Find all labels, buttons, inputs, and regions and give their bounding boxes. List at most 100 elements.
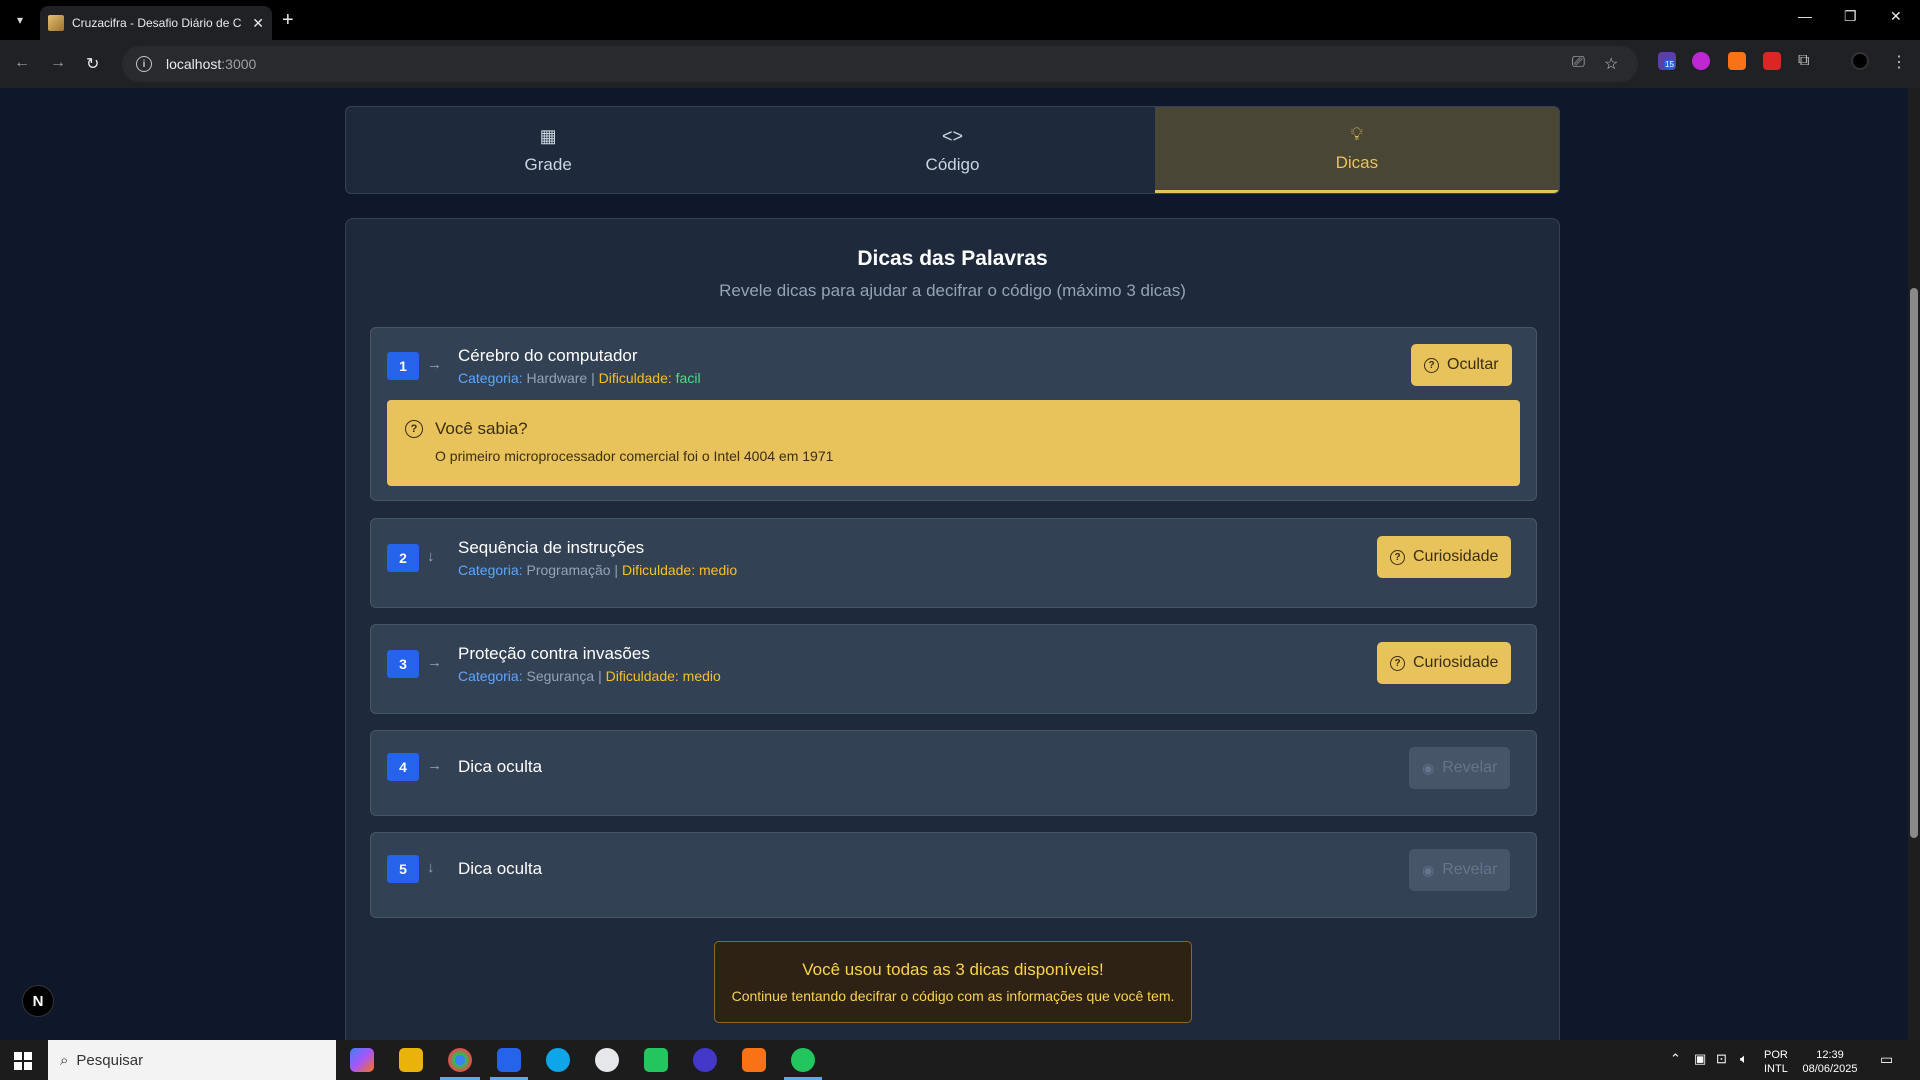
volume-icon[interactable]: 🔈︎	[1740, 1052, 1748, 1066]
hint-title: Sequência de instruções	[458, 538, 645, 557]
hide-button[interactable]: ? Ocultar	[1411, 344, 1512, 386]
tab-search-icon[interactable]: ▾	[8, 8, 32, 32]
address-bar[interactable]: i localhost:3000	[122, 46, 1638, 82]
lightbulb-icon: 💡︎	[1350, 124, 1364, 144]
clock[interactable]: 12:39 08/06/2025	[1800, 1048, 1860, 1076]
extension-icon[interactable]	[1728, 52, 1746, 70]
hint-number: 2	[387, 544, 419, 572]
hints-panel: Dicas das Palavras Revele dicas para aju…	[345, 218, 1560, 1040]
hint-title: Proteção contra invasões	[458, 644, 650, 663]
tab-codigo[interactable]: <> Código	[750, 107, 1154, 193]
taskbar-search[interactable]: ⌕ Pesquisar	[48, 1040, 336, 1080]
help-circle-icon: ?	[1424, 357, 1439, 373]
search-icon: ⌕	[60, 1051, 69, 1069]
extension-badge: 15	[1664, 60, 1675, 69]
minimize-icon[interactable]: —	[1798, 8, 1812, 24]
hint-meta: Categoria: Hardware | Dificuldade: facil	[458, 370, 701, 386]
curiosity-button[interactable]: ? Curiosidade	[1377, 536, 1512, 578]
vscode-icon[interactable]	[497, 1048, 521, 1072]
hint-meta: Categoria: Programação | Dificuldade: me…	[458, 562, 738, 578]
close-window-icon[interactable]: ✕	[1890, 8, 1902, 25]
tab-close-icon[interactable]: ✕	[252, 15, 264, 32]
reveal-button[interactable]: ◉ Revelar	[1409, 849, 1511, 891]
tab-grade[interactable]: ▦ Grade	[346, 107, 750, 193]
direction-arrow-icon: ↓	[427, 548, 435, 565]
direction-arrow-icon: →	[427, 356, 442, 373]
direction-arrow-icon: →	[427, 757, 442, 774]
profile-avatar[interactable]	[1851, 52, 1869, 70]
taskbar: ⌕ Pesquisar ⌃ ▣ ⊡ 🔈︎ POR INTL 12:39 08/0…	[0, 1040, 1920, 1080]
copilot-icon[interactable]	[350, 1048, 374, 1072]
tab-label: Código	[925, 154, 980, 174]
extension-icon[interactable]	[1692, 52, 1710, 70]
nextjs-dev-badge[interactable]: N	[22, 985, 54, 1017]
scrollbar-thumb[interactable]	[1910, 288, 1918, 838]
restore-icon[interactable]: ❐	[1844, 8, 1857, 25]
extension-icon[interactable]	[1763, 52, 1781, 70]
reveal-button[interactable]: ◉ Revelar	[1409, 747, 1511, 789]
chrome-icon[interactable]	[448, 1048, 472, 1072]
grid-icon: ▦	[539, 125, 557, 146]
panel-subtitle: Revele dicas para ajudar a decifrar o có…	[719, 281, 1186, 300]
browser-tab[interactable]: Cruzacifra - Desafio Diário de C ✕	[40, 6, 272, 40]
menu-kebab-icon[interactable]: ⋮	[1890, 52, 1908, 71]
tab-label: Grade	[524, 154, 572, 174]
tab-label: Dicas	[1335, 153, 1379, 172]
tray-device-icon[interactable]: ▣	[1694, 1052, 1706, 1066]
hint-title: Dica oculta	[458, 757, 543, 776]
panel-title: Dicas das Palavras	[857, 247, 1048, 270]
notice-text: Continue tentando decifrar o código com …	[731, 988, 1175, 1004]
page: ▦ Grade <> Código 💡︎ Dicas Dicas das Pal…	[0, 88, 1908, 1040]
fact-heading: Você sabia?	[435, 419, 528, 438]
eye-icon: ◉	[1422, 759, 1435, 776]
reload-icon[interactable]: ↻	[86, 54, 99, 74]
tray-chevron-icon[interactable]: ⌃	[1670, 1052, 1681, 1066]
eye-icon: ◉	[1422, 861, 1435, 878]
hint-number: 5	[387, 855, 419, 883]
app-icon[interactable]	[644, 1048, 668, 1072]
extensions-puzzle-icon[interactable]: ⧉	[1798, 52, 1816, 70]
tab-dicas[interactable]: 💡︎ Dicas	[1154, 107, 1559, 193]
browser-tab-bar: ▾ Cruzacifra - Desafio Diário de C ✕ + —…	[0, 0, 1920, 40]
page-scrollbar[interactable]	[1908, 88, 1920, 1040]
app-icon[interactable]	[693, 1048, 717, 1072]
bookmark-star-icon[interactable]: ☆	[1604, 54, 1618, 74]
hint-card: 3 → Proteção contra invasões Categoria: …	[370, 624, 1537, 714]
help-circle-icon: ?	[1390, 655, 1405, 671]
hint-title: Dica oculta	[458, 859, 543, 878]
forward-icon[interactable]: →	[50, 54, 66, 72]
new-tab-icon[interactable]: +	[282, 8, 294, 32]
file-explorer-icon[interactable]	[399, 1048, 423, 1072]
hint-number: 4	[387, 753, 419, 781]
spotify-icon[interactable]	[791, 1048, 815, 1072]
direction-arrow-icon: →	[427, 654, 442, 671]
hint-number: 3	[387, 650, 419, 678]
windows-start-icon[interactable]	[14, 1052, 32, 1070]
hint-title: Cérebro do computador	[458, 346, 638, 365]
search-placeholder: Pesquisar	[76, 1051, 144, 1069]
back-icon[interactable]: ←	[14, 54, 30, 72]
hint-card: 4 → Dica oculta ◉ Revelar	[370, 730, 1537, 816]
hint-meta: Categoria: Segurança | Dificuldade: medi…	[458, 668, 721, 684]
hint-card: 5 ↓ Dica oculta ◉ Revelar	[370, 832, 1537, 918]
help-circle-icon: ?	[405, 420, 423, 438]
code-icon: <>	[941, 125, 963, 146]
curiosity-button[interactable]: ? Curiosidade	[1377, 642, 1512, 684]
app-icon[interactable]	[595, 1048, 619, 1072]
network-icon[interactable]: ⊡	[1716, 1052, 1727, 1066]
ubuntu-icon[interactable]	[742, 1048, 766, 1072]
browser-toolbar: ← → ↻ i localhost:3000 ⎚ ☆	[0, 40, 1920, 88]
hint-number: 1	[387, 352, 419, 380]
favicon-icon	[48, 15, 64, 31]
hint-card: 2 ↓ Sequência de instruções Categoria: P…	[370, 518, 1537, 608]
extension-icon[interactable]: 15	[1658, 52, 1676, 70]
install-app-icon[interactable]: ⎚	[1572, 54, 1585, 72]
fact-box: ? Você sabia? O primeiro microprocessado…	[387, 400, 1520, 486]
site-info-icon[interactable]: i	[136, 56, 152, 72]
notifications-icon[interactable]: ▭	[1880, 1052, 1893, 1066]
direction-arrow-icon: ↓	[427, 859, 435, 876]
tab-title: Cruzacifra - Desafio Diário de C	[72, 16, 242, 30]
url-text: localhost:3000	[166, 56, 257, 72]
docker-icon[interactable]	[546, 1048, 570, 1072]
language-indicator[interactable]: POR INTL	[1764, 1048, 1788, 1076]
